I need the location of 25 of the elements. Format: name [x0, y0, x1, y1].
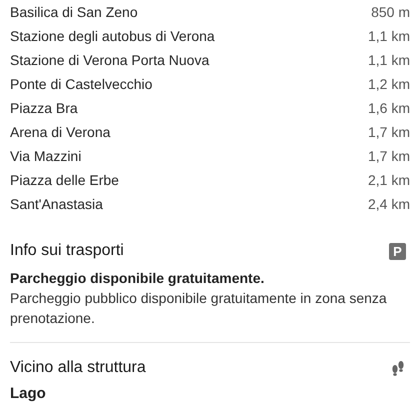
place-distance: 2,1 km — [368, 172, 410, 188]
parking-icon: P — [389, 242, 406, 260]
place-distance: 1,7 km — [368, 124, 410, 140]
place-distance: 1,1 km — [368, 28, 410, 44]
nearby-item: Lago — [10, 385, 47, 402]
parking-description: Parcheggio pubblico disponibile gratuitamente in zona senza prenotazione. — [10, 289, 388, 328]
place-name: Sant'Anastasia — [10, 196, 103, 212]
section-title: Info sui trasporti — [10, 242, 124, 260]
place-distance: 850 m — [371, 4, 410, 20]
place-name: Ponte di Castelvecchio — [10, 76, 152, 92]
section-title: Vicino alla struttura — [10, 359, 146, 377]
place-distance: 2,4 km — [368, 196, 410, 212]
place-name: Via Mazzini — [10, 148, 82, 164]
place-name: Stazione di Verona Porta Nuova — [10, 52, 210, 68]
place-distance: 1,1 km — [368, 52, 410, 68]
parking-headline: Parcheggio disponibile gratuitamente. — [10, 270, 266, 286]
place-distance: 1,6 km — [368, 100, 410, 116]
place-name: Piazza delle Erbe — [10, 172, 119, 188]
place-name: Arena di Verona — [10, 124, 110, 140]
footprints-icon — [391, 360, 405, 376]
place-distance: 1,2 km — [368, 76, 410, 92]
place-name: Piazza Bra — [10, 100, 78, 116]
place-distance: 1,7 km — [368, 148, 410, 164]
place-name: Stazione degli autobus di Verona — [10, 28, 215, 44]
place-name: Basilica di San Zeno — [10, 4, 138, 20]
